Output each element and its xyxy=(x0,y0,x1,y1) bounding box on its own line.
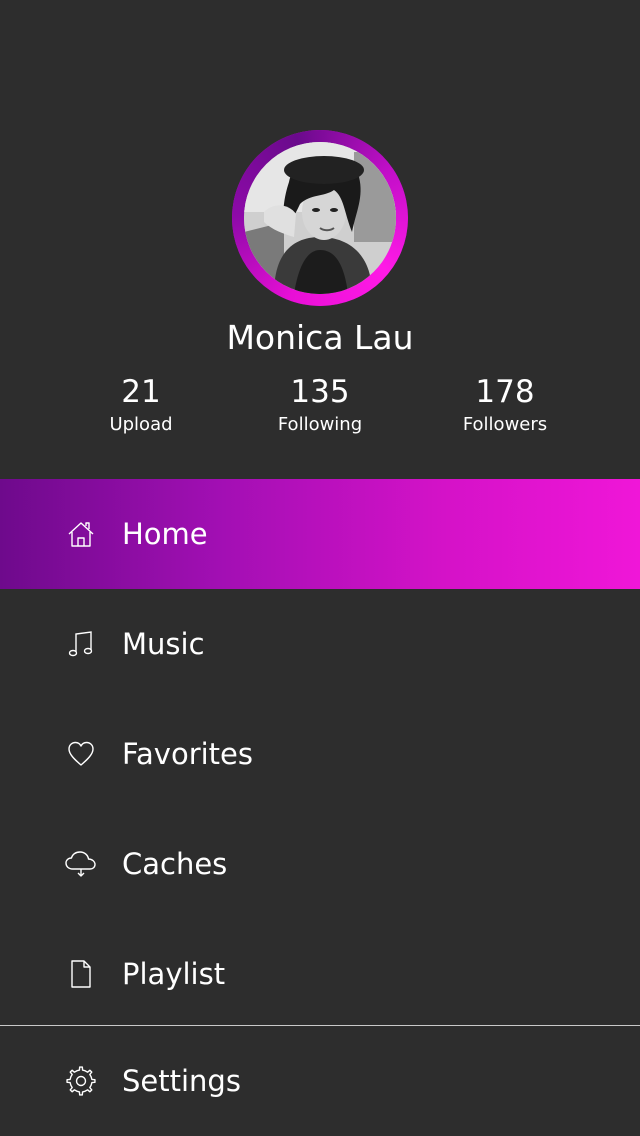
stat-value: 178 xyxy=(475,374,535,410)
profile-header: Monica Lau 21 Upload 135 Following 178 F… xyxy=(0,0,640,478)
menu-item-caches[interactable]: Caches xyxy=(0,809,640,919)
stat-label: Following xyxy=(277,414,363,435)
music-note-icon xyxy=(64,627,98,661)
menu-item-label: Favorites xyxy=(122,737,253,771)
stat-upload[interactable]: 21 Upload xyxy=(51,372,231,438)
menu-item-home[interactable]: Home xyxy=(0,479,640,589)
stat-followers[interactable]: 178 Followers xyxy=(415,372,595,438)
menu-item-music[interactable]: Music xyxy=(0,589,640,699)
side-drawer: Monica Lau 21 Upload 135 Following 178 F… xyxy=(0,0,640,1136)
heart-icon xyxy=(64,737,98,771)
stat-label: Upload xyxy=(109,414,173,435)
avatar-photo xyxy=(244,142,396,294)
avatar[interactable] xyxy=(244,142,396,294)
stat-value: 21 xyxy=(121,374,161,410)
menu-item-playlist[interactable]: Playlist xyxy=(0,919,640,1029)
profile-name: Monica Lau xyxy=(226,318,414,357)
menu-item-label: Home xyxy=(122,517,208,551)
menu-item-label: Music xyxy=(122,627,205,661)
menu-item-favorites[interactable]: Favorites xyxy=(0,699,640,809)
stat-following[interactable]: 135 Following xyxy=(230,372,410,438)
menu-item-label: Playlist xyxy=(122,957,226,991)
document-icon xyxy=(64,957,98,991)
avatar-ring xyxy=(232,130,408,306)
menu-item-label: Settings xyxy=(122,1064,241,1098)
stat-value: 135 xyxy=(290,374,350,410)
home-icon xyxy=(64,517,98,551)
cloud-download-icon xyxy=(64,847,98,881)
menu-item-settings[interactable]: Settings xyxy=(0,1026,640,1136)
gear-icon xyxy=(64,1064,98,1098)
stat-label: Followers xyxy=(462,414,548,435)
menu-item-label: Caches xyxy=(122,847,228,881)
